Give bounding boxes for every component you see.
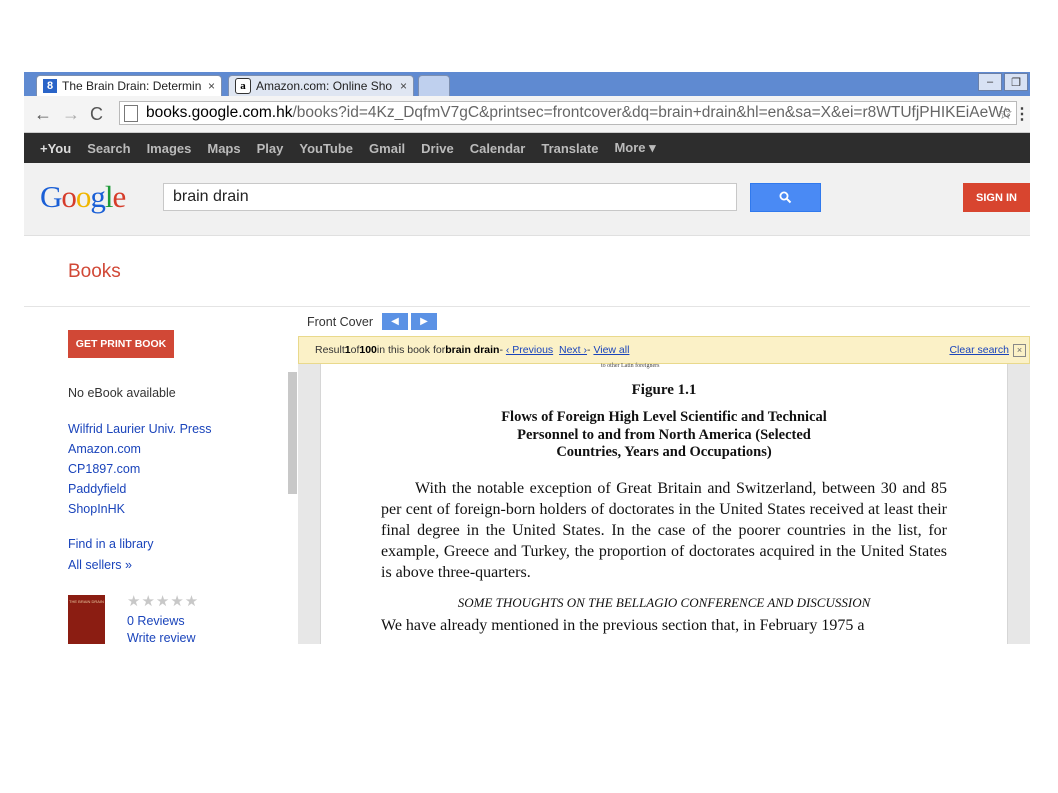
search-header: Google brain drain SIGN IN (24, 163, 1030, 236)
clear-search-link[interactable]: Clear search (949, 344, 1009, 356)
google-nav-bar: +You Search Images Maps Play YouTube Gma… (24, 133, 1030, 163)
figure-title: Figure 1.1 (631, 382, 697, 398)
tab-google-books[interactable]: 8 The Brain Drain: Determin × (36, 75, 222, 96)
no-ebook-label: No eBook available (68, 386, 176, 400)
next-link[interactable]: Next › (559, 344, 587, 356)
seller-link[interactable]: Amazon.com (68, 439, 212, 459)
separator: - (499, 344, 503, 356)
gbar-link-drive[interactable]: Drive (421, 141, 454, 156)
tab-amazon[interactable]: a Amazon.com: Online Sho × (228, 75, 414, 96)
new-tab-button[interactable] (418, 75, 450, 96)
browser-window: 8 The Brain Drain: Determin × a Amazon.c… (24, 72, 1030, 644)
gbar-link-youtube[interactable]: YouTube (299, 141, 353, 156)
search-input[interactable]: brain drain (163, 183, 737, 211)
caption-line: Personnel to and from North America (Sel… (517, 426, 811, 443)
gbar-link-plus-you[interactable]: +You (40, 141, 71, 156)
google-logo[interactable]: Google (40, 179, 126, 215)
book-viewer[interactable]: to other Latin foreigners Figure 1.1 Flo… (298, 363, 1030, 644)
figure-caption: Flows of Foreign High Level Scientific a… (321, 409, 1007, 462)
next-page-icon[interactable]: ▶ (411, 313, 437, 330)
all-sellers-link[interactable]: All sellers » (68, 555, 153, 576)
result-query: brain drain (445, 344, 500, 356)
paragraph-text: We have already mentioned in the previou… (381, 617, 865, 634)
close-icon[interactable]: × (1013, 343, 1026, 357)
books-title[interactable]: Books (68, 261, 121, 283)
paragraph-text: With the notable exception of Great Brit… (381, 480, 947, 581)
view-all-link[interactable]: View all (593, 344, 629, 356)
forward-arrow-icon[interactable]: → (62, 104, 80, 125)
reviews-link[interactable]: 0 Reviews (127, 613, 196, 630)
write-review-link[interactable]: Write review (127, 630, 196, 644)
rating-stars: ★★★★★ (127, 593, 200, 610)
seller-link[interactable]: ShopInHK (68, 499, 212, 519)
find-links: Find in a library All sellers » (68, 534, 153, 576)
bookmark-star-icon[interactable]: ☆ (998, 104, 1013, 124)
close-tab-icon[interactable]: × (400, 79, 407, 93)
caption-line: Flows of Foreign High Level Scientific a… (501, 409, 827, 425)
book-page: to other Latin foreigners Figure 1.1 Flo… (320, 363, 1008, 644)
get-print-book-button[interactable]: GET PRINT BOOK (68, 330, 174, 358)
find-in-library-link[interactable]: Find in a library (68, 534, 153, 555)
google-books-icon: 8 (43, 79, 57, 93)
gbar-link-more[interactable]: More ▾ (614, 140, 655, 156)
search-button[interactable] (750, 183, 821, 212)
gbar-link-translate[interactable]: Translate (541, 141, 598, 156)
tab-title: Amazon.com: Online Sho (256, 79, 393, 93)
seller-link[interactable]: CP1897.com (68, 459, 212, 479)
sidebar-scrollbar[interactable] (288, 372, 297, 494)
reviews-block: 0 Reviews Write review (127, 613, 196, 644)
front-cover-nav: Front Cover ◀ ▶ (307, 313, 437, 330)
seller-link[interactable]: Wilfrid Laurier Univ. Press (68, 419, 212, 439)
result-of: of (350, 344, 360, 356)
result-prefix: Result (315, 344, 345, 356)
previous-link[interactable]: ‹ Previous (506, 344, 553, 356)
left-sidebar: GET PRINT BOOK No eBook available Wilfri… (24, 307, 299, 644)
front-cover-label[interactable]: Front Cover (307, 315, 373, 329)
seller-link[interactable]: Paddyfield (68, 479, 212, 499)
gbar-link-play[interactable]: Play (257, 141, 284, 156)
sign-in-button[interactable]: SIGN IN (963, 183, 1030, 212)
gbar-link-images[interactable]: Images (147, 141, 192, 156)
reload-icon[interactable]: C (90, 104, 103, 125)
gbar-link-gmail[interactable]: Gmail (369, 141, 405, 156)
gbar-link-calendar[interactable]: Calendar (470, 141, 526, 156)
window-controls: – ❐ (978, 73, 1028, 91)
toolbar: ← → C books.google.com.hk/books?id=4Kz_D… (24, 96, 1030, 133)
book-thumbnail[interactable]: THE BRAIN DRAIN (68, 595, 105, 644)
search-result-bar: Result 1 of 100 in this book for brain d… (298, 336, 1030, 364)
back-arrow-icon[interactable]: ← (34, 104, 52, 125)
browser-menu-icon[interactable]: ⋮ (1014, 104, 1030, 124)
close-tab-icon[interactable]: × (208, 79, 215, 93)
books-header: Books (24, 236, 1030, 307)
url-path: /books?id=4Kz_DqfmV7gC&printsec=frontcov… (292, 104, 1011, 121)
thumbnail-title: THE BRAIN DRAIN (69, 599, 104, 604)
gbar-link-maps[interactable]: Maps (207, 141, 240, 156)
maximize-icon[interactable]: ❐ (1004, 73, 1028, 91)
amazon-icon: a (235, 78, 251, 94)
address-bar[interactable]: books.google.com.hk/books?id=4Kz_DqfmV7g… (119, 101, 1017, 125)
separator: - (587, 344, 591, 356)
minimize-icon[interactable]: – (978, 73, 1002, 91)
cropped-line: to other Latin foreigners (601, 363, 660, 369)
page-icon (124, 104, 138, 122)
tab-title: The Brain Drain: Determin (62, 79, 202, 93)
result-mid: in this book for (376, 344, 446, 356)
caption-line: Countries, Years and Occupations) (556, 444, 772, 460)
seller-list: Wilfrid Laurier Univ. Press Amazon.com C… (68, 419, 212, 519)
url-host: books.google.com.hk (146, 104, 293, 121)
result-total: 100 (359, 344, 377, 356)
gbar-link-search[interactable]: Search (87, 141, 130, 156)
section-heading: SOME THOUGHTS ON THE BELLAGIO CONFERENCE… (457, 595, 871, 610)
tab-strip: 8 The Brain Drain: Determin × a Amazon.c… (24, 72, 1030, 96)
body-paragraph: With the notable exception of Great Brit… (381, 478, 947, 583)
prev-page-icon[interactable]: ◀ (382, 313, 408, 330)
search-icon (779, 191, 792, 204)
